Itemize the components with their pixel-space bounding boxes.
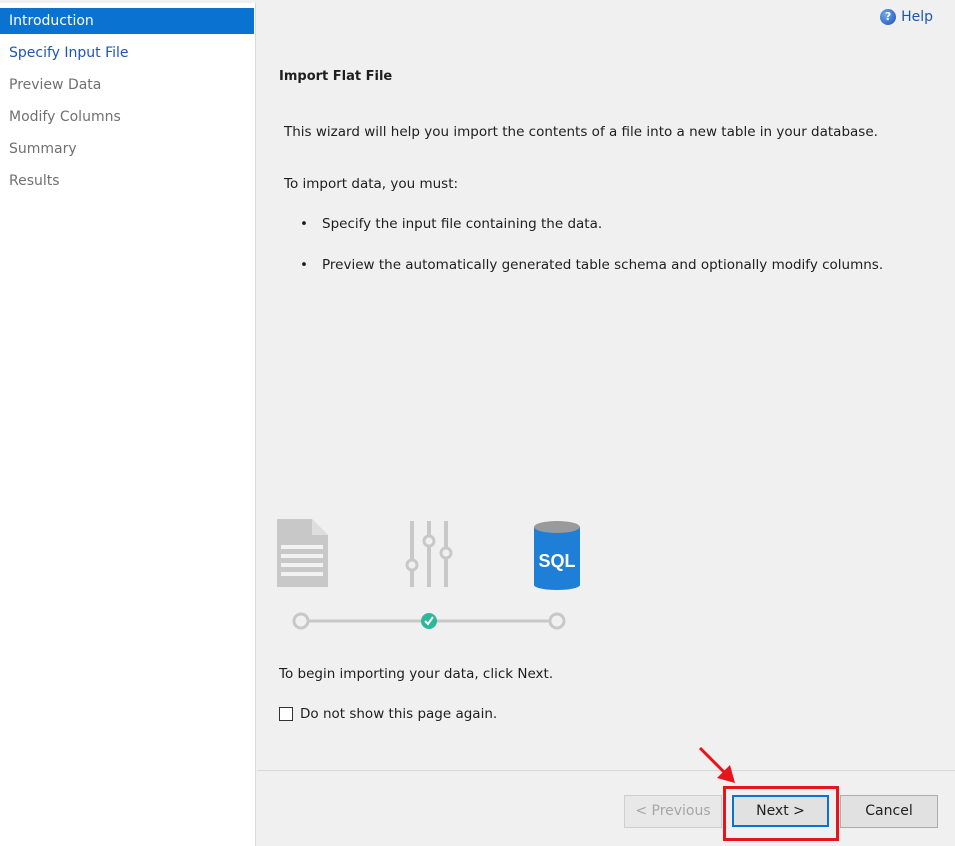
- wizard-content: ? Help Import Flat File This wizard will…: [257, 3, 955, 846]
- sidebar-item-modify-columns: Modify Columns: [9, 109, 121, 125]
- progress-track: [292, 612, 566, 630]
- sql-database-icon: SQL: [534, 521, 580, 590]
- sql-label: SQL: [538, 551, 575, 571]
- sidebar-item-specify-input-file[interactable]: Specify Input File: [0, 40, 254, 66]
- footer-divider: [257, 770, 955, 771]
- sliders-icon: [405, 521, 453, 587]
- intro-text: This wizard will help you import the con…: [284, 124, 878, 140]
- dont-show-again-label: Do not show this page again.: [300, 706, 498, 722]
- help-link[interactable]: ? Help: [880, 9, 933, 25]
- requirements-heading: To import data, you must:: [284, 176, 459, 192]
- sidebar-item-preview-data: Preview Data: [9, 77, 102, 93]
- page-title: Import Flat File: [279, 69, 393, 84]
- sidebar-item-results: Results: [9, 173, 60, 189]
- help-circle-icon: ?: [880, 9, 897, 25]
- pointer-arrow-icon: [698, 746, 735, 783]
- begin-instruction: To begin importing your data, click Next…: [279, 666, 554, 682]
- dont-show-again-row[interactable]: Do not show this page again.: [279, 706, 497, 722]
- bullet-marker: •: [300, 216, 308, 232]
- cancel-button[interactable]: Cancel: [840, 795, 938, 828]
- bullet-item: Preview the automatically generated tabl…: [322, 257, 884, 273]
- bullet-marker: •: [300, 257, 308, 273]
- document-icon: [277, 519, 328, 587]
- wizard-sidebar: Introduction Specify Input File Preview …: [0, 3, 256, 846]
- import-process-illustration: SQL: [277, 519, 580, 630]
- sidebar-item-introduction[interactable]: Introduction: [0, 8, 254, 34]
- help-label: Help: [901, 9, 933, 25]
- bullet-item: Specify the input file containing the da…: [322, 216, 603, 232]
- previous-button: < Previous: [624, 795, 722, 828]
- sidebar-item-summary: Summary: [9, 141, 77, 157]
- dont-show-again-checkbox[interactable]: [279, 707, 293, 721]
